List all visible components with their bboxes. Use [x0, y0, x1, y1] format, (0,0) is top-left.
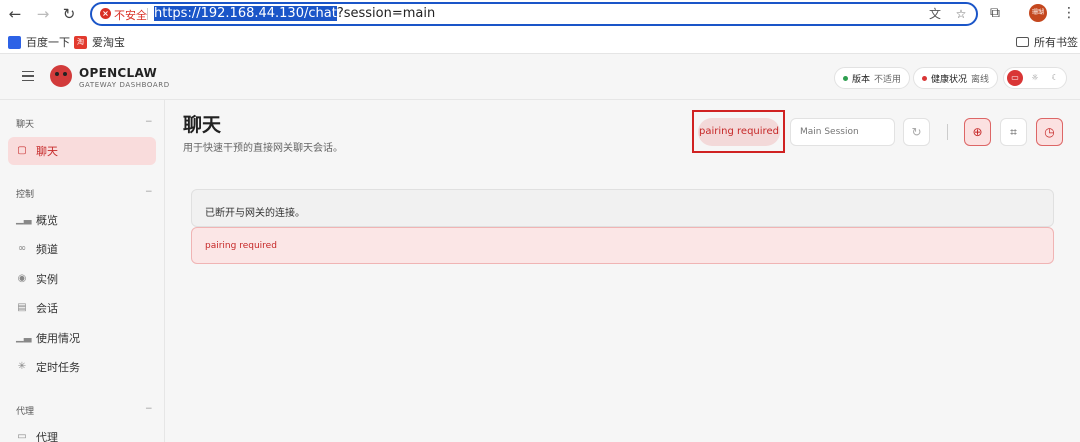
sidebar-item-sessions[interactable]: ▤ 会话	[8, 294, 156, 322]
health-key: 健康状况	[931, 74, 968, 85]
sidebar-item-usage[interactable]: ▁▃ 使用情况	[8, 324, 156, 352]
sidebar-item-label: 聊天	[36, 145, 58, 158]
collapse-icon[interactable]: −	[145, 117, 153, 127]
section-title-chat: 聊天	[16, 120, 35, 130]
sidebar-item-chat[interactable]: ▢ 聊天	[8, 137, 156, 165]
brain-icon: ⊕	[972, 125, 983, 139]
app-header: OPENCLAW GATEWAY DASHBOARD 版本 不适用 健康状况 离…	[0, 55, 1080, 100]
radio-icon: ◉	[17, 273, 27, 284]
clock-icon: ◷	[1044, 125, 1055, 139]
bar-chart-icon: ▁▃	[16, 214, 32, 225]
chat-icon: ▢	[17, 145, 27, 156]
sun-icon[interactable]: ☼	[1027, 70, 1043, 86]
star-icon[interactable]: ☆	[954, 7, 968, 21]
insecure-label[interactable]: 不安全	[114, 7, 147, 23]
url-text[interactable]: https://192.168.44.130/chat?session=main	[154, 6, 435, 21]
health-value: 离线	[971, 74, 990, 85]
refresh-button[interactable]: ↻	[903, 118, 930, 146]
browser-toolbar: ← → ↻ × 不安全 https://192.168.44.130/chat?…	[0, 0, 1080, 28]
history-button[interactable]: ◷	[1036, 118, 1063, 146]
openclaw-logo-icon	[50, 65, 72, 87]
baidu-icon	[8, 35, 21, 49]
sidebar-item-label: 实例	[36, 273, 58, 286]
bookmark-baidu[interactable]: 百度一下	[8, 34, 70, 50]
avatar[interactable]: 珊瑚	[1029, 4, 1047, 22]
error-callout: pairing required	[191, 227, 1054, 264]
all-bookmarks-label: 所有书签	[1034, 36, 1078, 49]
sidebar-item-instances[interactable]: ◉ 实例	[8, 265, 156, 293]
url-selected: https://192.168.44.130/chat	[154, 6, 337, 21]
sidebar: 聊天 − ▢ 聊天 控制 − ▁▃ 概览 ∞ 频道 ◉ 实例 ▤ 会话 ▁▃ 使…	[0, 100, 165, 442]
version-badge: 版本 不适用	[834, 67, 911, 89]
translate-icon[interactable]: 文	[928, 7, 942, 21]
status-dot-icon	[922, 75, 927, 81]
taobao-icon: 淘	[74, 35, 87, 49]
version-key: 版本	[852, 74, 871, 85]
theme-switcher: ▭ ☼ ☾	[1003, 67, 1067, 89]
sidebar-item-label: 会话	[36, 302, 58, 315]
folder-icon	[1016, 37, 1029, 47]
bookmarks-bar: 百度一下 淘 爱淘宝 所有书签	[0, 28, 1080, 54]
separator	[947, 124, 948, 140]
page-title: 聊天	[183, 114, 222, 136]
moon-icon[interactable]: ☾	[1047, 70, 1063, 86]
sidebar-item-label: 概览	[36, 214, 58, 227]
sidebar-item-agents[interactable]: ▭ 代理	[8, 423, 156, 442]
disconnect-callout: 已断开与网关的连接。	[191, 189, 1054, 227]
forward-arrow-icon[interactable]: →	[34, 5, 52, 23]
page-subtitle: 用于快速干预的直接网关聊天会话。	[183, 143, 343, 154]
warning-icon[interactable]: ×	[100, 8, 111, 19]
more-menu-icon[interactable]: ⋮	[1062, 5, 1076, 21]
section-title-control: 控制	[16, 190, 35, 200]
address-bar[interactable]: × 不安全 https://192.168.44.130/chat?sessio…	[90, 2, 978, 26]
bookmark-taobao[interactable]: 淘 爱淘宝	[74, 34, 125, 50]
brand-title: OPENCLAW	[79, 66, 158, 80]
folder-icon: ▭	[17, 431, 27, 442]
brain-toggle-button[interactable]: ⊕	[964, 118, 991, 146]
status-dot-icon	[843, 75, 848, 81]
sidebar-item-label: 代理	[36, 431, 58, 442]
sidebar-item-label: 使用情况	[36, 332, 80, 345]
version-value: 不适用	[874, 74, 902, 85]
menu-icon[interactable]	[22, 71, 34, 81]
sidebar-item-cron[interactable]: ✳ 定时任务	[8, 353, 156, 381]
separator	[147, 8, 148, 20]
health-badge: 健康状况 离线	[913, 67, 999, 89]
session-select[interactable]	[790, 118, 895, 146]
pairing-status-badge: pairing required	[698, 118, 780, 146]
bar-chart-icon: ▁▃	[16, 332, 32, 343]
brand-subtitle: GATEWAY DASHBOARD	[79, 81, 170, 89]
document-icon: ▤	[17, 302, 27, 313]
sidebar-item-overview[interactable]: ▁▃ 概览	[8, 206, 156, 234]
back-arrow-icon[interactable]: ←	[6, 5, 24, 23]
all-bookmarks[interactable]: 所有书签	[1016, 34, 1078, 50]
link-icon: ∞	[17, 243, 27, 254]
sidebar-item-label: 频道	[36, 243, 58, 256]
loader-icon: ✳	[17, 361, 27, 372]
section-title-agents: 代理	[16, 407, 35, 417]
extensions-icon[interactable]: ⧉	[990, 5, 1000, 21]
focus-icon: ⌗	[1010, 125, 1017, 139]
focus-button[interactable]: ⌗	[1000, 118, 1027, 146]
reload-icon[interactable]: ↻	[60, 5, 78, 23]
bookmark-label: 爱淘宝	[92, 36, 125, 49]
sidebar-item-label: 定时任务	[36, 361, 80, 374]
url-query: ?session=main	[336, 6, 436, 21]
refresh-icon: ↻	[911, 125, 922, 139]
sidebar-item-channels[interactable]: ∞ 频道	[8, 235, 156, 263]
bookmark-label: 百度一下	[26, 36, 70, 49]
collapse-icon[interactable]: −	[145, 187, 153, 197]
collapse-icon[interactable]: −	[145, 404, 153, 414]
monitor-icon[interactable]: ▭	[1007, 70, 1023, 86]
